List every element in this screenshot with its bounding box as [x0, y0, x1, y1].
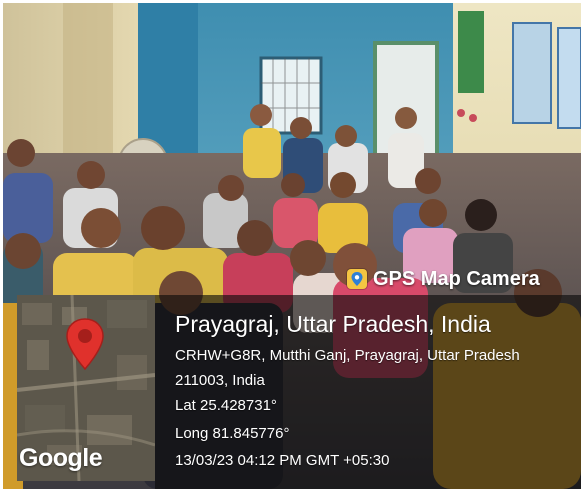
location-pin-icon — [66, 318, 104, 371]
gps-map-camera-badge: GPS Map Camera — [347, 263, 581, 295]
google-logo: Google — [19, 444, 103, 472]
wall-poster-2 — [557, 27, 581, 129]
wall-poster-1 — [512, 22, 552, 124]
map-thumbnail: Google — [17, 295, 155, 481]
place-name: Prayagraj, Uttar Pradesh, India — [175, 311, 491, 337]
longitude: Long 81.845776° — [175, 425, 290, 442]
app-name: GPS Map Camera — [373, 267, 540, 290]
address-line-2: 211003, India — [175, 372, 265, 389]
map-pin-app-icon — [347, 269, 367, 289]
location-info-panel: Prayagraj, Uttar Pradesh, India CRHW+G8R… — [155, 295, 581, 489]
timestamp: 13/03/23 04:12 PM GMT +05:30 — [175, 452, 390, 469]
barred-window — [259, 56, 323, 135]
address-line-1: CRHW+G8R, Mutthi Ganj, Prayagraj, Uttar … — [175, 347, 520, 364]
latitude: Lat 25.428731° — [175, 397, 277, 414]
green-shutter — [458, 11, 484, 93]
geotagged-photo: GPS Map Camera Google Prayagraj, Uttar P… — [3, 3, 581, 489]
